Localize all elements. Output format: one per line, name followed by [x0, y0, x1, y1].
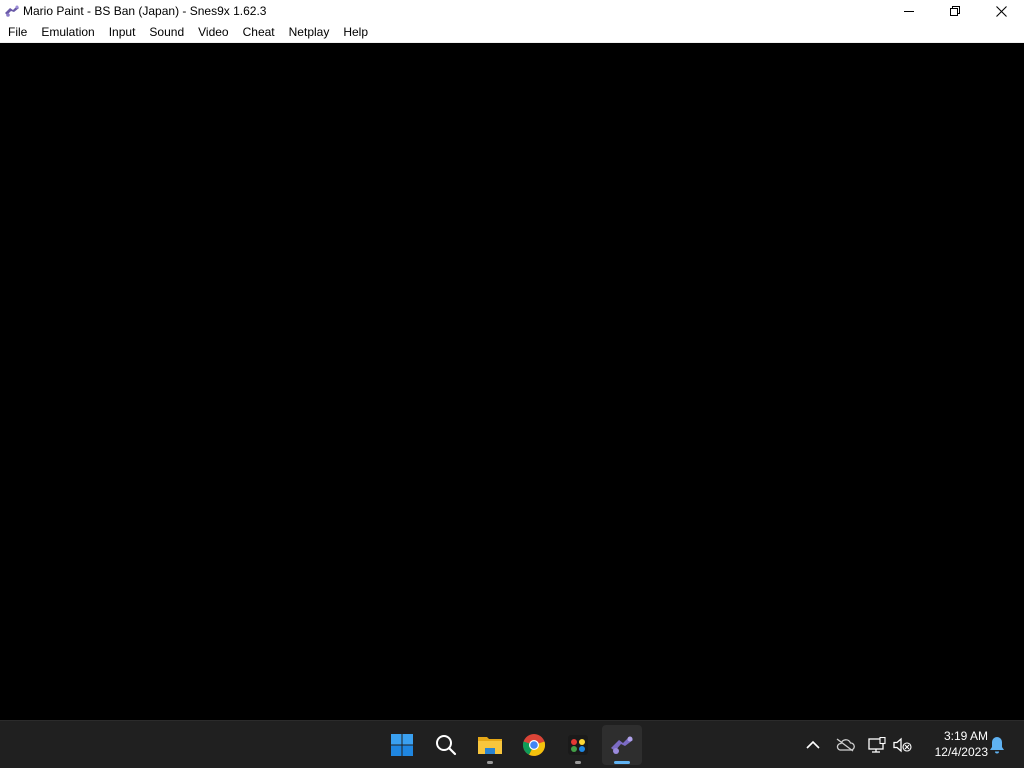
notification-bell-icon — [990, 737, 1004, 754]
chevron-up-icon — [806, 740, 820, 749]
onedrive-button[interactable] — [833, 733, 857, 757]
menu-input[interactable]: Input — [102, 22, 143, 43]
taskbar-media-app[interactable] — [558, 725, 598, 765]
onedrive-icon — [836, 738, 855, 752]
running-indicator — [575, 761, 581, 764]
menu-video[interactable]: Video — [191, 22, 235, 43]
volume-button[interactable] — [890, 733, 914, 757]
network-button[interactable] — [865, 733, 889, 757]
window-title: Mario Paint - BS Ban (Japan) - Snes9x 1.… — [23, 4, 267, 18]
start-button[interactable] — [382, 725, 422, 765]
media-app-icon — [568, 735, 588, 755]
restore-button[interactable] — [932, 0, 978, 22]
taskbar-chrome[interactable] — [514, 725, 554, 765]
running-indicator — [487, 761, 493, 764]
folder-icon — [478, 737, 502, 754]
snes9x-icon — [611, 736, 633, 754]
taskbar-snes9x[interactable] — [602, 725, 642, 765]
close-icon — [995, 5, 1007, 17]
network-icon — [868, 737, 886, 753]
active-indicator — [614, 761, 630, 764]
menu-file[interactable]: File — [1, 22, 34, 43]
chrome-icon — [522, 734, 546, 756]
menu-emulation[interactable]: Emulation — [34, 22, 101, 43]
windows-start-icon — [391, 734, 413, 756]
menu-sound[interactable]: Sound — [142, 22, 191, 43]
minimize-icon — [904, 11, 914, 12]
clock-time: 3:19 AM — [943, 729, 988, 743]
emulator-screen[interactable] — [0, 43, 1024, 720]
menu-bar: File Emulation Input Sound Video Cheat N… — [0, 22, 1024, 43]
close-button[interactable] — [978, 0, 1024, 22]
volume-muted-icon — [893, 737, 912, 753]
taskbar-file-explorer[interactable] — [470, 725, 510, 765]
restore-icon — [950, 6, 960, 16]
notification-button[interactable] — [985, 733, 1009, 757]
menu-help[interactable]: Help — [336, 22, 375, 43]
window-controls — [886, 0, 1024, 22]
title-bar[interactable]: Mario Paint - BS Ban (Japan) - Snes9x 1.… — [0, 0, 1024, 22]
menu-cheat[interactable]: Cheat — [236, 22, 282, 43]
clock[interactable]: 3:19 AM 12/4/2023 — [918, 728, 988, 760]
minimize-button[interactable] — [886, 0, 932, 22]
search-button[interactable] — [426, 725, 466, 765]
snes9x-icon[interactable] — [3, 2, 21, 20]
clock-date: 12/4/2023 — [934, 745, 988, 759]
menu-netplay[interactable]: Netplay — [282, 22, 337, 43]
search-icon — [436, 735, 457, 756]
taskbar: 3:19 AM 12/4/2023 — [0, 720, 1024, 768]
show-hidden-icons-button[interactable] — [801, 733, 825, 757]
